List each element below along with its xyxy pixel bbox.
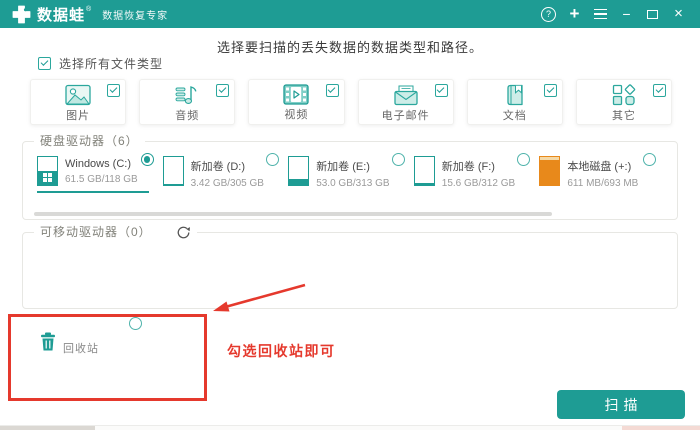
document-icon <box>507 84 523 106</box>
drive-local-disk[interactable]: 本地磁盘 (+:) 611 MB/693 MB <box>539 153 665 189</box>
drive-name: 新加卷 (D:) <box>190 161 245 173</box>
add-icon[interactable]: + <box>567 5 582 22</box>
other-icon <box>612 84 636 106</box>
card-label: 其它 <box>611 110 636 122</box>
app-window: 数据蛙 ® 数据恢复专家 ? + − × 选择要扫描的丢失数据的数据类型和路径。… <box>0 0 700 430</box>
drive-name: 新加卷 (F:) <box>441 161 495 173</box>
drive-capacity: 61.5 GB/118 GB <box>65 174 138 185</box>
video-checkbox[interactable] <box>325 84 339 97</box>
drive-name: 新加卷 (E:) <box>316 161 370 173</box>
drive-d-radio[interactable] <box>266 153 280 166</box>
registered-mark: ® <box>86 5 92 13</box>
title-bar: 数据蛙 ® 数据恢复专家 ? + − × <box>0 0 700 28</box>
card-label: 音频 <box>175 110 200 122</box>
email-icon <box>393 85 418 106</box>
file-type-card-documents[interactable]: 文档 <box>466 79 563 125</box>
annotation-text: 勾选回收站即可 <box>227 343 336 359</box>
annotation-arrow-icon <box>213 283 306 312</box>
images-checkbox[interactable] <box>107 84 121 97</box>
card-label: 文档 <box>502 110 527 122</box>
video-icon <box>283 84 310 105</box>
email-checkbox[interactable] <box>434 84 448 97</box>
select-all-label: 选择所有文件类型 <box>59 57 164 71</box>
drive-capacity: 3.42 GB/305 GB <box>190 178 264 189</box>
select-all-checkbox[interactable] <box>38 57 51 70</box>
file-type-card-images[interactable]: 图片 <box>30 79 127 125</box>
page-title: 选择要扫描的丢失数据的数据类型和路径。 <box>216 40 483 55</box>
file-type-card-video[interactable]: 视频 <box>248 79 345 125</box>
drive-name: 本地磁盘 (+:) <box>567 161 632 173</box>
drive-icon <box>288 156 310 186</box>
drive-e-radio[interactable] <box>391 153 405 166</box>
drive-e[interactable]: 新加卷 (E:) 53.0 GB/313 GB <box>288 153 414 189</box>
bottom-strip-right <box>622 426 700 430</box>
brand: 数据蛙 ® 数据恢复专家 <box>12 4 168 25</box>
drive-capacity: 53.0 GB/313 GB <box>316 178 390 189</box>
menu-icon[interactable] <box>593 6 608 22</box>
hard-drives-title: 硬盘驱动器（6） <box>34 133 145 150</box>
drive-capacity: 611 MB/693 MB <box>567 178 639 189</box>
drive-d[interactable]: 新加卷 (D:) 3.42 GB/305 GB <box>162 153 289 189</box>
refresh-icon[interactable] <box>176 225 191 240</box>
scan-button[interactable]: 扫描 <box>557 390 685 419</box>
drive-icon <box>539 156 561 186</box>
minimize-icon[interactable]: − <box>619 6 634 22</box>
removable-drives-section: 可移动驱动器（0） <box>22 224 678 309</box>
drive-f[interactable]: 新加卷 (F:) 15.6 GB/312 GB <box>413 153 540 189</box>
brand-name: 数据蛙 <box>37 6 86 24</box>
bottom-strip-middle <box>95 426 622 430</box>
brand-tagline: 数据恢复专家 <box>102 10 169 22</box>
drive-c-radio[interactable] <box>140 153 154 166</box>
drive-icon <box>413 156 435 186</box>
bottom-strip-left <box>0 426 95 430</box>
file-type-card-other[interactable]: 其它 <box>575 79 673 125</box>
selected-drive-underline <box>37 191 149 193</box>
removable-drives-title: 可移动驱动器（0） <box>40 225 152 239</box>
window-controls: ? + − × <box>541 5 686 22</box>
file-type-card-email[interactable]: 电子邮件 <box>357 79 454 125</box>
card-label: 图片 <box>66 110 91 122</box>
card-label: 电子邮件 <box>381 110 430 122</box>
documents-checkbox[interactable] <box>543 84 557 97</box>
close-icon[interactable]: × <box>671 6 686 22</box>
audio-checkbox[interactable] <box>216 84 230 97</box>
drives-scrollbar[interactable] <box>34 212 552 216</box>
drive-icon <box>37 156 58 186</box>
file-type-cards: 图片 音频 视频 电子邮件 文档 其它 <box>30 79 673 125</box>
hard-drives-section: 硬盘驱动器（6） Windows (C:) 61.5 GB/118 GB 新加卷… <box>22 133 678 220</box>
file-type-card-audio[interactable]: 音频 <box>139 79 236 125</box>
maximize-icon[interactable] <box>645 6 660 22</box>
image-icon <box>65 84 91 106</box>
annotation-box <box>8 314 207 401</box>
drive-icon <box>162 156 184 186</box>
drive-name: Windows (C:) <box>65 158 132 170</box>
card-label: 视频 <box>284 109 309 121</box>
help-icon[interactable]: ? <box>541 6 556 22</box>
drive-capacity: 15.6 GB/312 GB <box>441 178 516 189</box>
audio-icon <box>175 86 197 104</box>
local-disk-radio[interactable] <box>642 153 656 166</box>
windows-logo-icon <box>43 173 52 182</box>
drive-windows-c[interactable]: Windows (C:) 61.5 GB/118 GB <box>37 153 163 193</box>
other-checkbox[interactable] <box>653 84 667 97</box>
select-all-filetypes[interactable]: 选择所有文件类型 <box>38 55 163 72</box>
drive-f-radio[interactable] <box>517 153 531 166</box>
logo-cross-icon <box>12 5 31 23</box>
